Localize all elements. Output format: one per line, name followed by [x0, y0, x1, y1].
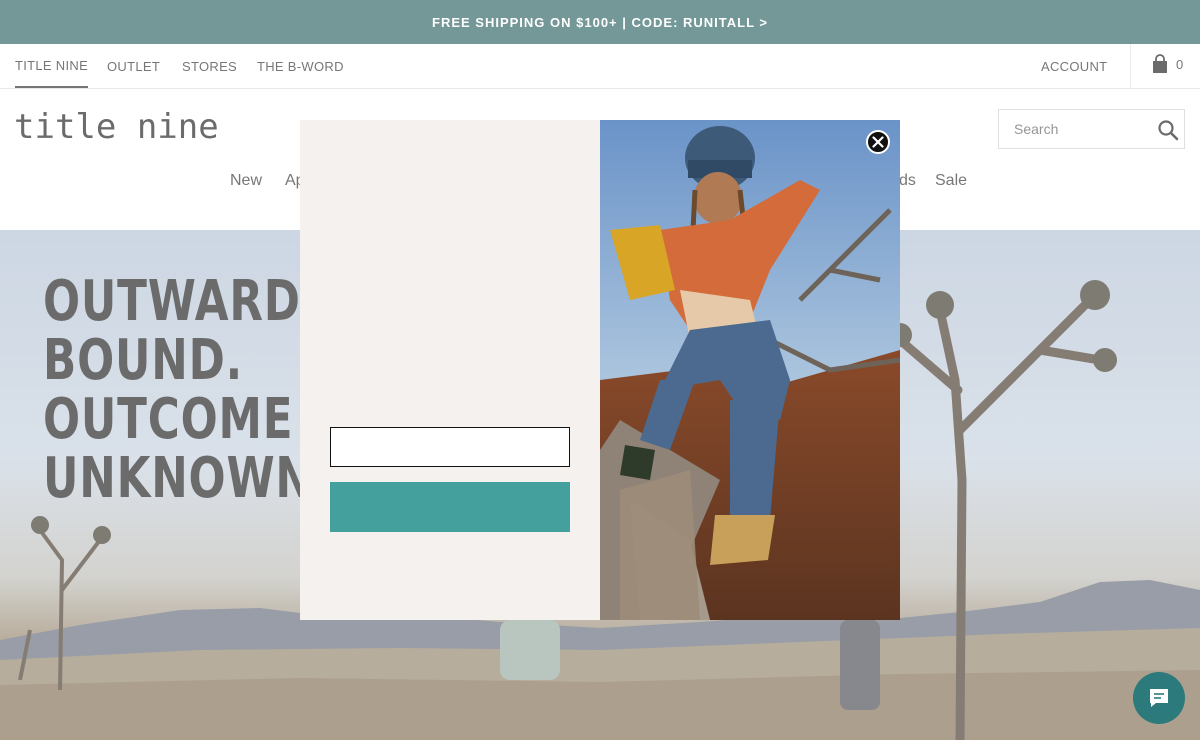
modal-close-button[interactable]: [866, 130, 890, 154]
modal-form-panel: [300, 120, 600, 620]
chat-button[interactable]: [1133, 672, 1185, 724]
email-field[interactable]: [330, 427, 570, 467]
hiker-photo-image: [600, 120, 900, 620]
chat-bubble-icon: [1150, 689, 1168, 707]
close-icon: [872, 136, 884, 148]
submit-button[interactable]: [330, 482, 570, 532]
email-signup-modal: [300, 120, 900, 620]
hiker-photo: [600, 120, 900, 620]
